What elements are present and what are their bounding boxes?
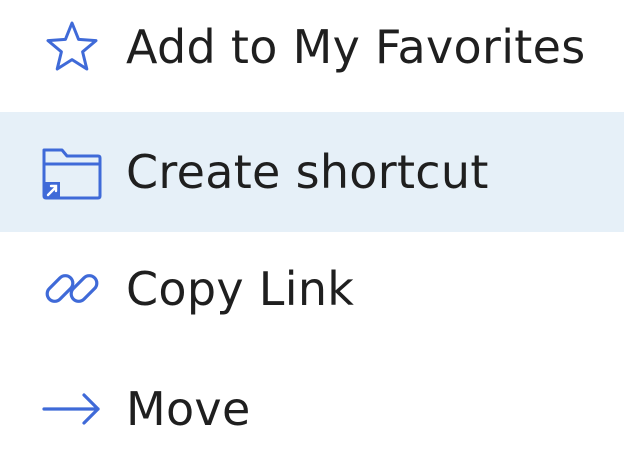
menu-item-label: Create shortcut (126, 145, 489, 199)
folder-shortcut-icon (40, 140, 104, 204)
link-icon (40, 257, 104, 321)
menu-item-label: Copy Link (126, 262, 355, 316)
menu-item-label: Add to My Favorites (126, 20, 586, 74)
star-icon (40, 15, 104, 79)
menu-item-add-to-favorites[interactable]: Add to My Favorites (0, 0, 624, 106)
context-menu: Add to My Favorites Create shortcut Copy… (0, 0, 624, 468)
menu-item-label: Move (126, 382, 251, 436)
menu-item-move[interactable]: Move (0, 350, 624, 468)
menu-item-create-shortcut[interactable]: Create shortcut (0, 112, 624, 232)
arrow-right-icon (40, 377, 104, 441)
menu-item-copy-link[interactable]: Copy Link (0, 230, 624, 348)
